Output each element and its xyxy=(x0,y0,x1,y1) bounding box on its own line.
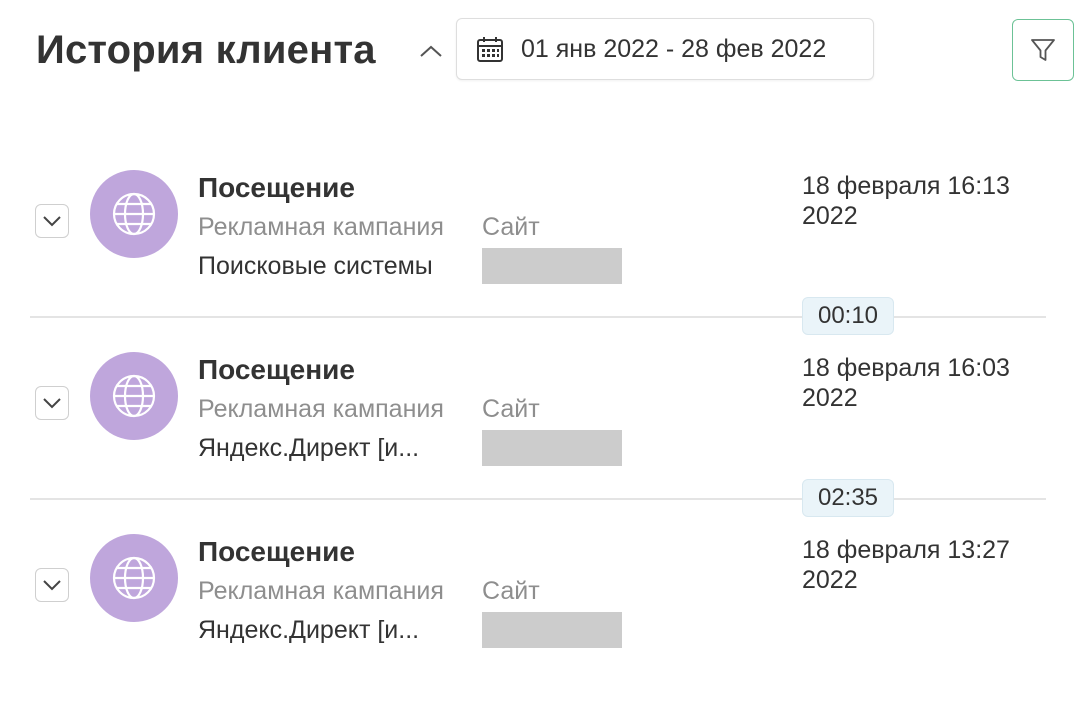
collapse-button[interactable] xyxy=(416,36,446,66)
event-datetime: 18 февраля 16:03 xyxy=(802,354,1010,382)
event-year: 2022 xyxy=(802,566,858,594)
event-avatar xyxy=(90,170,178,258)
expand-event-button[interactable] xyxy=(35,204,69,238)
event-avatar xyxy=(90,534,178,622)
campaign-label: Рекламная кампания xyxy=(198,213,444,241)
calendar-icon xyxy=(475,34,505,64)
event-item: Посещение Рекламная кампания Сайт Яндекс… xyxy=(0,352,1086,534)
campaign-value: Яндекс.Директ [и... xyxy=(198,434,420,462)
globe-icon xyxy=(112,556,156,600)
site-value-redacted xyxy=(482,612,622,648)
chevron-down-icon xyxy=(43,580,61,591)
event-datetime: 18 февраля 13:27 xyxy=(802,536,1010,564)
expand-event-button[interactable] xyxy=(35,568,69,602)
filter-icon xyxy=(1031,39,1055,61)
chevron-down-icon xyxy=(43,216,61,227)
event-title: Посещение xyxy=(198,354,355,385)
event-year: 2022 xyxy=(802,202,858,230)
event-item: Посещение Рекламная кампания Сайт Поиско… xyxy=(0,170,1086,352)
page-title: История клиента xyxy=(36,28,376,72)
site-label: Сайт xyxy=(482,213,540,241)
event-time: 18 февраля 13:27 2022 xyxy=(802,535,1042,595)
campaign-value: Яндекс.Директ [и... xyxy=(198,616,420,644)
event-time: 18 февраля 16:03 2022 xyxy=(802,353,1042,413)
site-value-redacted xyxy=(482,430,622,466)
duration-badge: 00:10 xyxy=(802,297,894,335)
event-title: Посещение xyxy=(198,536,355,567)
chevron-up-icon xyxy=(420,45,442,57)
date-range-picker[interactable]: 01 янв 2022 - 28 фев 2022 xyxy=(456,18,874,80)
event-avatar xyxy=(90,352,178,440)
filter-button[interactable] xyxy=(1012,19,1074,81)
campaign-value: Поисковые системы xyxy=(198,252,433,280)
expand-event-button[interactable] xyxy=(35,386,69,420)
campaign-label: Рекламная кампания xyxy=(198,577,444,605)
site-value-redacted xyxy=(482,248,622,284)
event-title: Посещение xyxy=(198,172,355,203)
globe-icon xyxy=(112,192,156,236)
campaign-label: Рекламная кампания xyxy=(198,395,444,423)
event-year: 2022 xyxy=(802,384,858,412)
globe-icon xyxy=(112,374,156,418)
duration-badge: 02:35 xyxy=(802,479,894,517)
date-range-value: 01 янв 2022 - 28 фев 2022 xyxy=(521,34,827,63)
event-datetime: 18 февраля 16:13 xyxy=(802,172,1010,200)
event-item: Посещение Рекламная кампания Сайт Яндекс… xyxy=(0,534,1086,716)
site-label: Сайт xyxy=(482,577,540,605)
site-label: Сайт xyxy=(482,395,540,423)
event-time: 18 февраля 16:13 2022 xyxy=(802,171,1042,231)
chevron-down-icon xyxy=(43,398,61,409)
